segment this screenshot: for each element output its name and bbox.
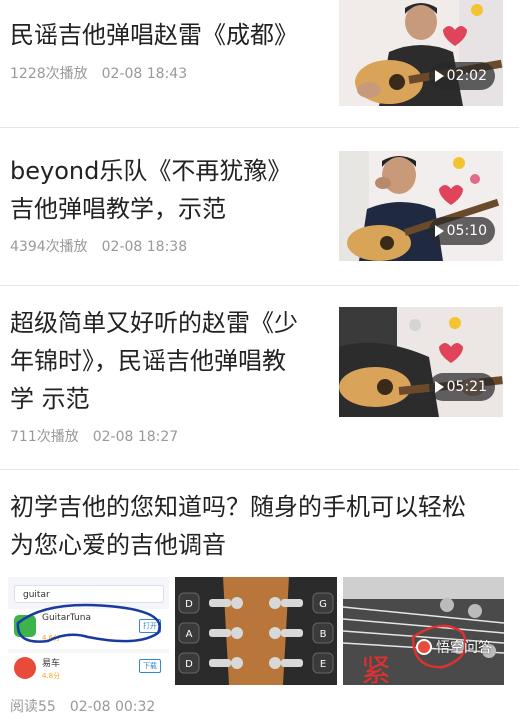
watermark: 悟空问答 [416, 637, 492, 657]
wukong-logo-icon [416, 639, 432, 655]
title-line: 超级简单又好听的赵雷《少 [10, 309, 298, 337]
note-label: D [185, 659, 193, 670]
video-item[interactable]: 民谣吉他弹唱赵雷《成都》 1228次播放 02-08 18:43 02:02 [0, 0, 519, 128]
note-label: A [186, 629, 193, 640]
article-image[interactable]: D A D G B E [175, 577, 337, 685]
article-meta: 阅读55 02-08 00:32 [10, 696, 155, 716]
video-thumbnail[interactable]: 02:02 [339, 0, 503, 106]
video-thumbnail[interactable]: 05:10 [339, 151, 503, 261]
video-item[interactable]: beyond乐队《不再犹豫》 吉他弹唱教学，示范 4394次播放 02-08 18… [0, 128, 519, 285]
app-row: 易车 4.8分 下载 [8, 653, 169, 685]
title-line: 为您心爱的吉他调音 [10, 531, 226, 559]
title-line: 民谣吉他弹唱赵雷《成都》 [10, 21, 298, 49]
play-count: 4394次播放 [10, 239, 88, 255]
publish-date: 02-08 18:27 [92, 429, 179, 445]
title-line: 学 示范 [10, 385, 90, 413]
play-icon [434, 70, 444, 82]
video-feed: 民谣吉他弹唱赵雷《成都》 1228次播放 02-08 18:43 02:02 b… [0, 0, 519, 716]
video-meta: 4394次播放 02-08 18:38 [10, 236, 187, 256]
video-title[interactable]: beyond乐队《不再犹豫》 吉他弹唱教学，示范 [10, 152, 291, 228]
video-duration-badge: 02:02 [428, 62, 495, 90]
thumbnail-image [339, 0, 503, 106]
video-duration-badge: 05:21 [428, 373, 495, 401]
title-line: 吉他弹唱教学，示范 [10, 195, 226, 223]
publish-date: 02-08 18:43 [101, 66, 188, 82]
article-image[interactable]: guitar GuitarTuna 4.6分 打开 易车 4.8分 下载 [8, 577, 169, 685]
title-line: 年锦时》，民谣吉他弹唱教 [10, 347, 286, 375]
article-image[interactable]: 紧 悟空问答 [343, 577, 504, 685]
video-thumbnail[interactable]: 05:21 [339, 307, 503, 417]
play-count: 1228次播放 [10, 66, 88, 82]
watermark-text: 悟空问答 [436, 640, 492, 656]
note-label: D [185, 599, 193, 610]
duration-text: 05:21 [446, 379, 487, 395]
strings-image: 紧 [343, 577, 504, 685]
play-icon [434, 225, 444, 237]
video-item[interactable]: 超级简单又好听的赵雷《少 年锦时》，民谣吉他弹唱教 学 示范 711次播放 02-… [0, 286, 519, 469]
app-name: 易车 [42, 659, 61, 669]
duration-text: 05:10 [446, 223, 487, 239]
video-title[interactable]: 超级简单又好听的赵雷《少 年锦时》，民谣吉他弹唱教 学 示范 [10, 304, 298, 418]
video-meta: 1228次播放 02-08 18:43 [10, 63, 187, 83]
video-title[interactable]: 民谣吉他弹唱赵雷《成都》 [10, 16, 298, 54]
note-label: B [320, 629, 327, 640]
note-label: G [319, 599, 327, 610]
headstock-image: D A D G B E [175, 577, 337, 685]
article-title[interactable]: 初学吉他的您知道吗？随身的手机可以轻松 为您心爱的吉他调音 [10, 488, 466, 564]
play-icon [434, 381, 444, 393]
handwritten-mark: 紧 [361, 654, 391, 685]
publish-date: 02-08 18:38 [101, 239, 188, 255]
title-line: 初学吉他的您知道吗？随身的手机可以轻松 [10, 493, 466, 521]
app-icon [14, 657, 36, 679]
duration-text: 02:02 [446, 68, 487, 84]
video-meta: 711次播放 02-08 18:27 [10, 426, 178, 446]
video-duration-badge: 05:10 [428, 217, 495, 245]
app-rating: 4.8分 [42, 672, 61, 680]
play-count: 711次播放 [10, 429, 79, 445]
title-line: beyond乐队《不再犹豫》 [10, 157, 292, 185]
note-label: E [320, 659, 326, 670]
download-button: 下载 [139, 659, 161, 673]
